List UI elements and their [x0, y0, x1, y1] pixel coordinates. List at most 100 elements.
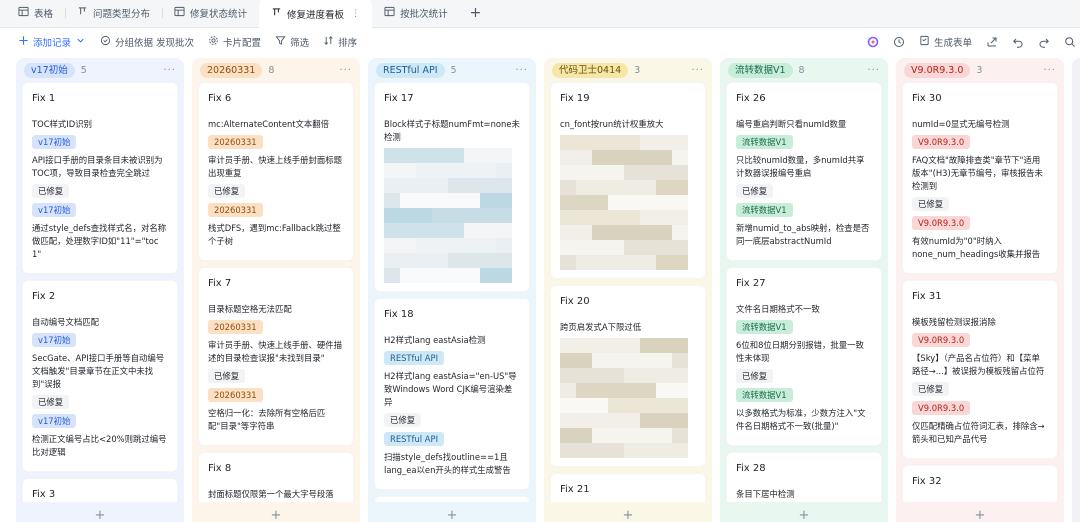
record-card[interactable]: Fix 1 TOC样式ID识别 v17初始 API接口手册的目录条目未被识别为TOC项…: [22, 82, 178, 274]
record-card[interactable]: Fix 2 自动编号文档匹配 v17初始 SecGate、API接口手册等自动编号文档…: [22, 280, 178, 472]
redacted-pixel: [672, 398, 688, 413]
card-list: Fix 17 Block样式子标题numFmt=none未检测 Fix 18 H2样式…: [368, 82, 536, 522]
batch-chip: V9.0R9.3.0: [912, 135, 971, 149]
add-record-button[interactable]: 添加记录: [18, 35, 86, 49]
table-icon: [384, 6, 395, 20]
redacted-pixel: [672, 135, 688, 150]
redacted-pixel: [480, 178, 496, 193]
column-more-icon[interactable]: ···: [867, 65, 880, 76]
redacted-pixel: [432, 238, 448, 253]
redacted-pixel: [400, 178, 416, 193]
card-description: 【Sky】（产品名占位符）和【菜单路径→...】被误报为模板残留占位符: [912, 353, 1045, 376]
card-solution: 仅匹配精确占位符词汇表，排除含→箭头和已知产品代号: [912, 421, 1045, 444]
add-card-button[interactable]: +: [720, 502, 888, 522]
redacted-pixel: [384, 268, 400, 283]
record-card[interactable]: Fix 6 mc:AlternateContent文本翻倍 20260331 审计员手…: [198, 82, 354, 261]
kanban-icon: [271, 7, 282, 21]
redacted-pixel: [464, 223, 480, 238]
record-card[interactable]: Fix 30 numId=0显式无编号检测 V9.0R9.3.0 FAQ文档"故障排查…: [902, 82, 1058, 274]
search-icon[interactable]: [1064, 36, 1076, 48]
column-more-icon[interactable]: ···: [515, 65, 528, 76]
redacted-pixel: [624, 255, 640, 270]
redacted-pixel: [384, 238, 400, 253]
card-title: Fix 6: [208, 93, 232, 104]
add-view-button[interactable]: +: [460, 0, 492, 27]
add-card-button[interactable]: +: [896, 502, 1064, 522]
redacted-pixel: [592, 413, 608, 428]
redacted-pixel: [560, 165, 576, 180]
generate-form-button[interactable]: 生成表单: [919, 35, 972, 49]
record-card[interactable]: Fix 31 模板残留检测误报消除 V9.0R9.3.0 【Sky】（产品名占位符）和…: [902, 280, 1058, 459]
redacted-pixel: [560, 150, 576, 165]
add-card-button[interactable]: +: [16, 502, 184, 522]
card-solution: 栈式DFS，遇到mc:Fallback跳过整个子树: [208, 223, 341, 246]
column-more-icon[interactable]: ···: [163, 65, 176, 76]
redacted-pixel: [416, 163, 432, 178]
fix-batch-chip-row: 20260331: [208, 388, 344, 407]
record-card[interactable]: Fix 7 目录标题空格无法匹配 20260331 审计员手册、快速上线手册、硬件描述…: [198, 267, 354, 446]
batch-chip-row: v17初始: [32, 135, 168, 154]
tab-more-icon[interactable]: ⋮: [351, 9, 360, 19]
group-by-button[interactable]: 分组依据 发现批次: [100, 35, 194, 49]
redacted-pixel: [448, 163, 464, 178]
redacted-pixel: [624, 225, 640, 240]
column-more-icon[interactable]: ···: [691, 65, 704, 76]
redacted-pixel: [672, 368, 688, 383]
tab-table[interactable]: 表格: [6, 0, 65, 27]
ai-assistant-icon[interactable]: [867, 36, 879, 48]
undo-icon[interactable]: [1012, 36, 1024, 48]
add-card-button[interactable]: +: [544, 502, 712, 522]
record-card[interactable]: Fix 18 H2样式lang eastAsia检测 RESTful API H2样式…: [374, 298, 530, 490]
redacted-pixel: [592, 195, 608, 210]
column-more-icon[interactable]: ···: [1043, 65, 1056, 76]
redacted-image: [384, 148, 512, 283]
record-card[interactable]: Fix 17 Block样式子标题numFmt=none未检测: [374, 82, 530, 292]
redacted-pixel: [656, 150, 672, 165]
share-icon[interactable]: [986, 36, 998, 48]
status-chip: 已修复: [912, 197, 950, 211]
tab-fix-status-stats[interactable]: 修复状态统计: [162, 0, 259, 27]
card-issue: mc:AlternateContent文本翻倍: [208, 119, 330, 129]
card-title: Fix 32: [912, 476, 942, 487]
record-card[interactable]: Fix 19 cn_font按run统计权重放大: [550, 82, 706, 279]
redacted-pixel: [592, 353, 608, 368]
add-card-button[interactable]: +: [192, 502, 360, 522]
toolbar-right: 生成表单: [867, 28, 1080, 56]
tab-fix-progress-board[interactable]: 修复进度看板 ⋮: [259, 0, 373, 28]
redacted-pixel: [656, 413, 672, 428]
redacted-pixel: [672, 353, 688, 368]
redacted-pixel: [464, 268, 480, 283]
column-tag: v17初始: [24, 62, 75, 78]
redacted-pixel: [384, 253, 400, 268]
redacted-pixel: [496, 163, 512, 178]
redo-icon[interactable]: [1038, 36, 1050, 48]
status-chip: 已修复: [736, 184, 774, 198]
chevron-down-icon: [75, 35, 86, 49]
add-card-button[interactable]: +: [368, 502, 536, 522]
card-config-button[interactable]: 卡片配置: [208, 35, 261, 49]
filter-button[interactable]: 筛选: [275, 35, 309, 49]
card-issue: 跨页启发式A下限过低: [560, 322, 642, 332]
redacted-pixel: [400, 148, 416, 163]
fix-batch-chip: 20260331: [208, 388, 263, 402]
column-more-icon[interactable]: ···: [339, 65, 352, 76]
add-record-label: 添加记录: [33, 38, 72, 49]
history-icon[interactable]: [893, 36, 905, 48]
tab-label: 表格: [34, 9, 54, 20]
redacted-pixel: [560, 413, 576, 428]
status-chip-row: 已修复: [208, 184, 344, 203]
column-tag: 流转数据V1: [728, 62, 793, 78]
record-card[interactable]: Fix 27 文件名日期格式不一致 流转数据V1 6位和8位日期分别报错，批量一致性未…: [726, 267, 882, 446]
redacted-pixel: [656, 180, 672, 195]
tab-batch-stats[interactable]: 按批次统计: [372, 0, 460, 27]
fix-batch-chip: 流转数据V1: [736, 388, 793, 402]
redacted-pixel: [416, 148, 432, 163]
redacted-pixel: [672, 255, 688, 270]
sort-button[interactable]: 排序: [323, 35, 357, 49]
tab-issue-type-distribution[interactable]: 问题类型分布: [65, 0, 162, 27]
record-card[interactable]: Fix 26 编号重启判断只看numId数量 流转数据V1 只比较numId数量，多n…: [726, 82, 882, 261]
redacted-pixel: [624, 383, 640, 398]
redacted-pixel: [656, 225, 672, 240]
redacted-pixel: [640, 383, 656, 398]
record-card[interactable]: Fix 20 跨页启发式A下限过低: [550, 285, 706, 467]
